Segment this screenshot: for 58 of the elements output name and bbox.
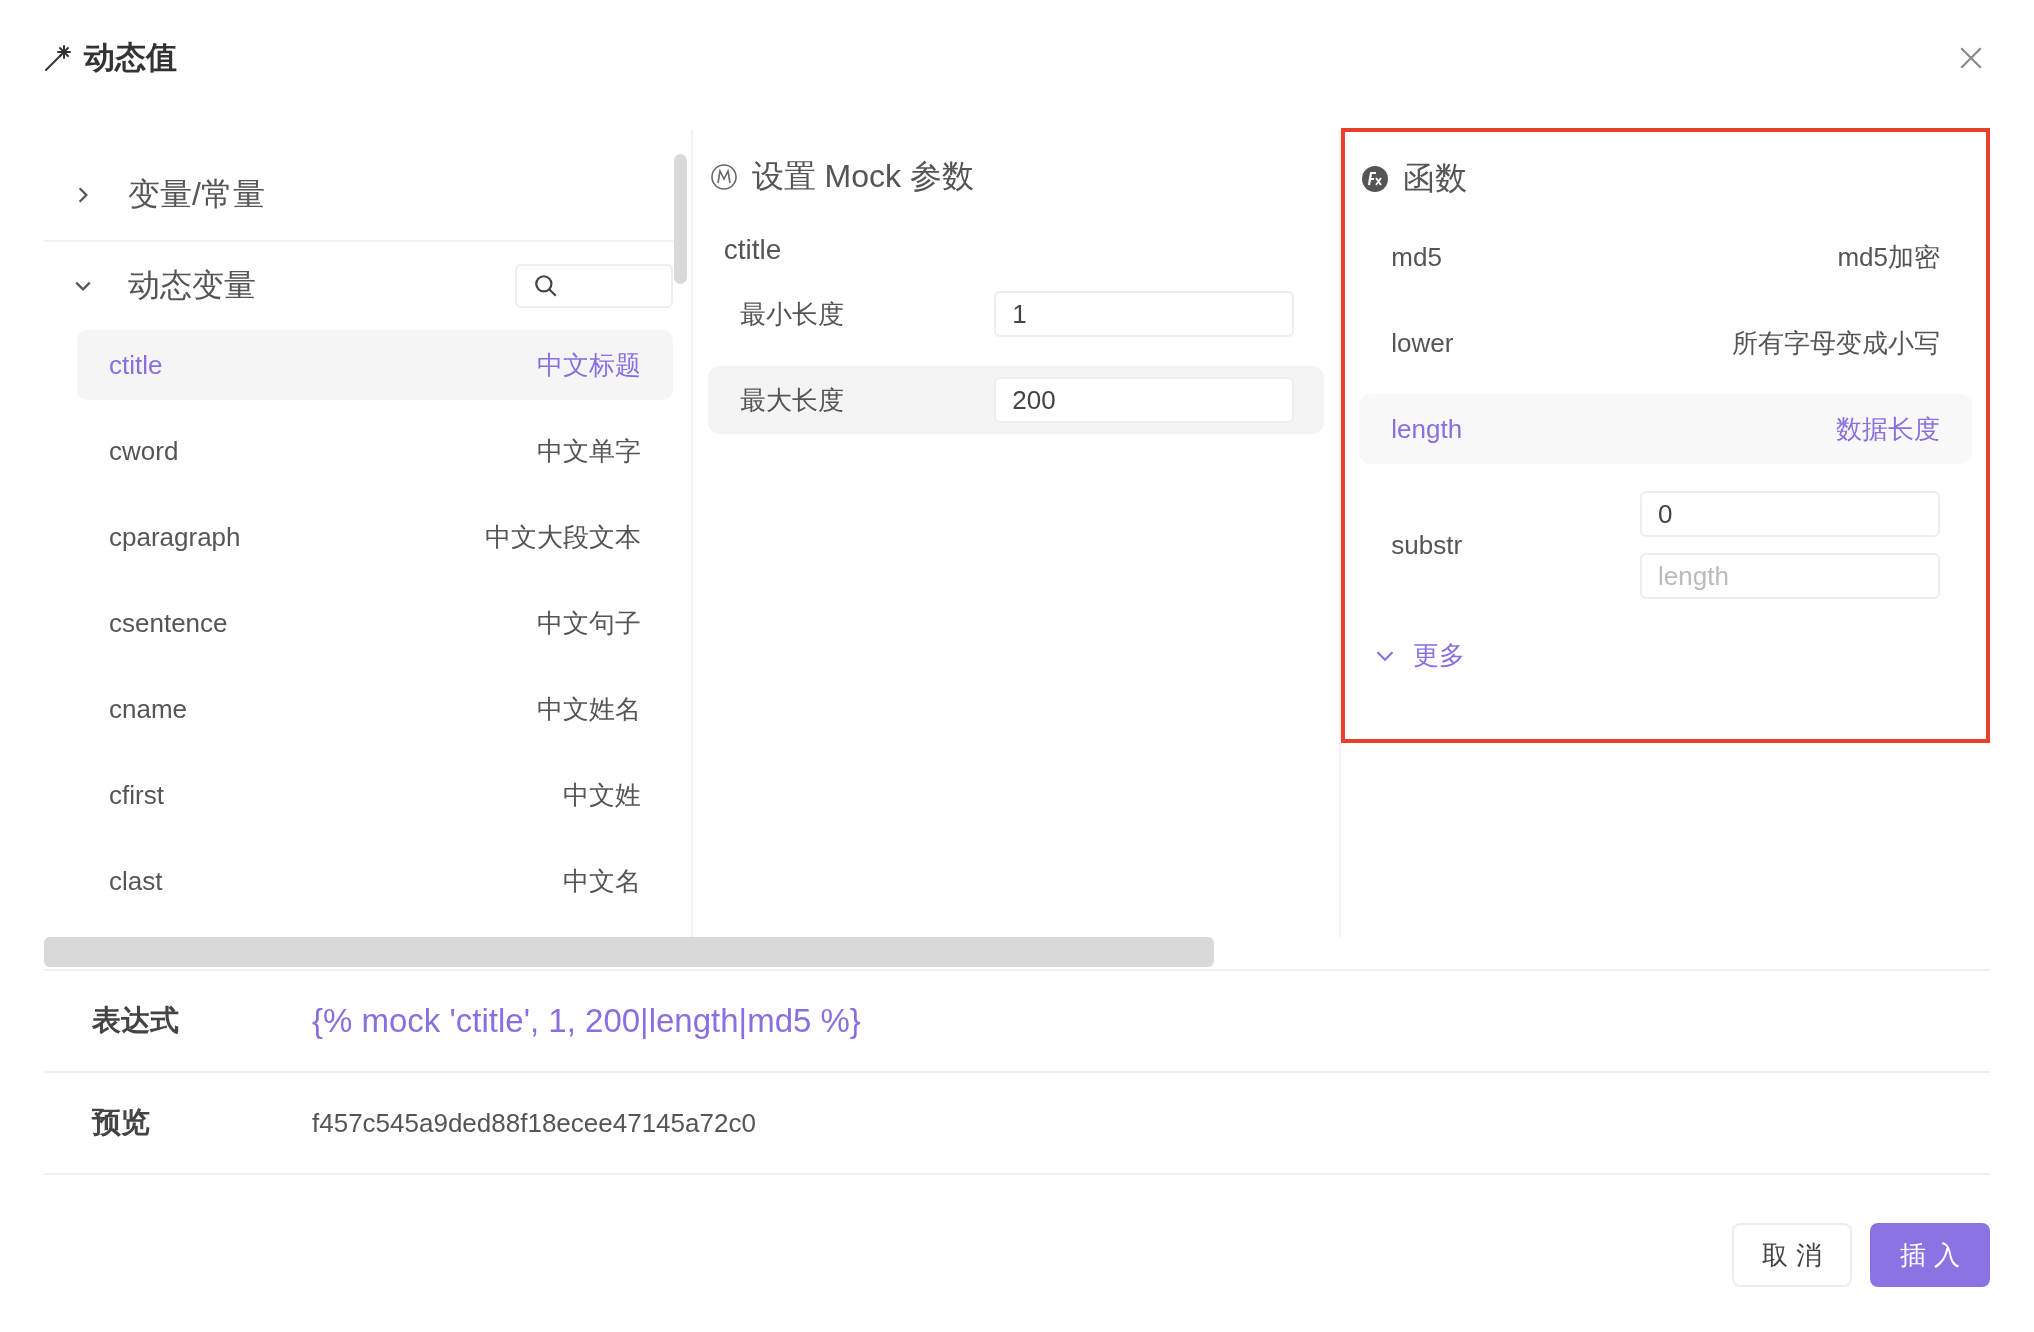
function-description: md5加密 [1837,240,1940,274]
expression-label: 表达式 [92,1003,180,1038]
dialog-title: 动态值 [84,39,177,77]
function-description: 所有字母变成小写 [1732,326,1940,360]
cancel-button[interactable]: 取 消 [1732,1223,1852,1287]
section-title: 函数 [1403,159,1468,198]
variable-name: clast [109,865,163,897]
variable-description: 中文名 [562,864,641,898]
variable-item[interactable]: csentence 中文句子 [77,588,673,658]
variable-item[interactable]: cword 中文单字 [77,416,673,486]
more-link[interactable]: 更多 [1359,630,1482,681]
variable-label: ctitle [722,233,783,267]
variable-description: 中文姓 [562,778,641,812]
variable-name: cname [109,693,188,725]
variable-description: 中文单字 [536,434,641,468]
variable-item[interactable]: cparagraph 中文大段文本 [77,502,673,572]
input-field[interactable]: 200 [994,377,1295,423]
variable-description: 中文句子 [536,606,641,640]
section-title: 设置 Mock 参数 [751,157,974,196]
input-field[interactable]: length [1640,553,1940,599]
input-field[interactable]: 0 [1640,491,1940,537]
variable-description: 中文标题 [536,348,641,382]
variable-description: 中文大段文本 [484,520,641,554]
variable-item[interactable]: cname 中文姓名 [77,674,673,744]
group-label[interactable]: 动态变量 [128,264,479,308]
search-icon [532,273,559,299]
insert-button[interactable]: 插 入 [1870,1223,1990,1287]
variable-name: ctitle [109,349,163,381]
variable-name: cword [109,435,179,467]
function-item[interactable]: length 数据长度 [1359,394,1972,464]
function-item[interactable]: substr 0 length [1359,478,1972,612]
variable-item[interactable]: ctitle 中文标题 [77,330,673,400]
variable-description: 中文姓名 [536,692,641,726]
variable-item[interactable]: clast 中文名 [77,846,673,916]
preview-label: 预览 [92,1105,151,1140]
variable-name: csentence [109,607,228,639]
input-field[interactable]: 1 [994,291,1295,337]
function-name: length [1391,413,1463,445]
parameter-label: 最小长度 [739,297,844,331]
function-name: substr [1391,529,1463,561]
magic-wand-icon [44,44,72,72]
variable-name: cfirst [109,779,164,811]
horizontal-scrollbar[interactable] [44,937,1214,967]
parameter-label: 最大长度 [739,383,844,417]
search-field[interactable] [514,264,673,308]
vertical-scrollbar[interactable] [673,154,687,284]
group-label[interactable]: 变量/常量 [128,173,673,217]
function-item[interactable]: md5 md5加密 [1359,222,1972,292]
function-name: md5 [1391,241,1442,273]
expression-value: {% mock 'ctitle', 1, 200|length|md5 %} [312,1002,861,1040]
variable-name: cparagraph [109,521,241,553]
m-circle-icon [709,163,738,191]
preview-value: f457c545a9ded88f18ecee47145a72c0 [312,1107,756,1139]
function-description: 数据长度 [1836,412,1940,446]
function-item[interactable]: lower 所有字母变成小写 [1359,308,1972,378]
function-name: lower [1391,327,1454,359]
fx-icon [1361,165,1390,193]
variable-item[interactable]: cfirst 中文姓 [77,760,673,830]
